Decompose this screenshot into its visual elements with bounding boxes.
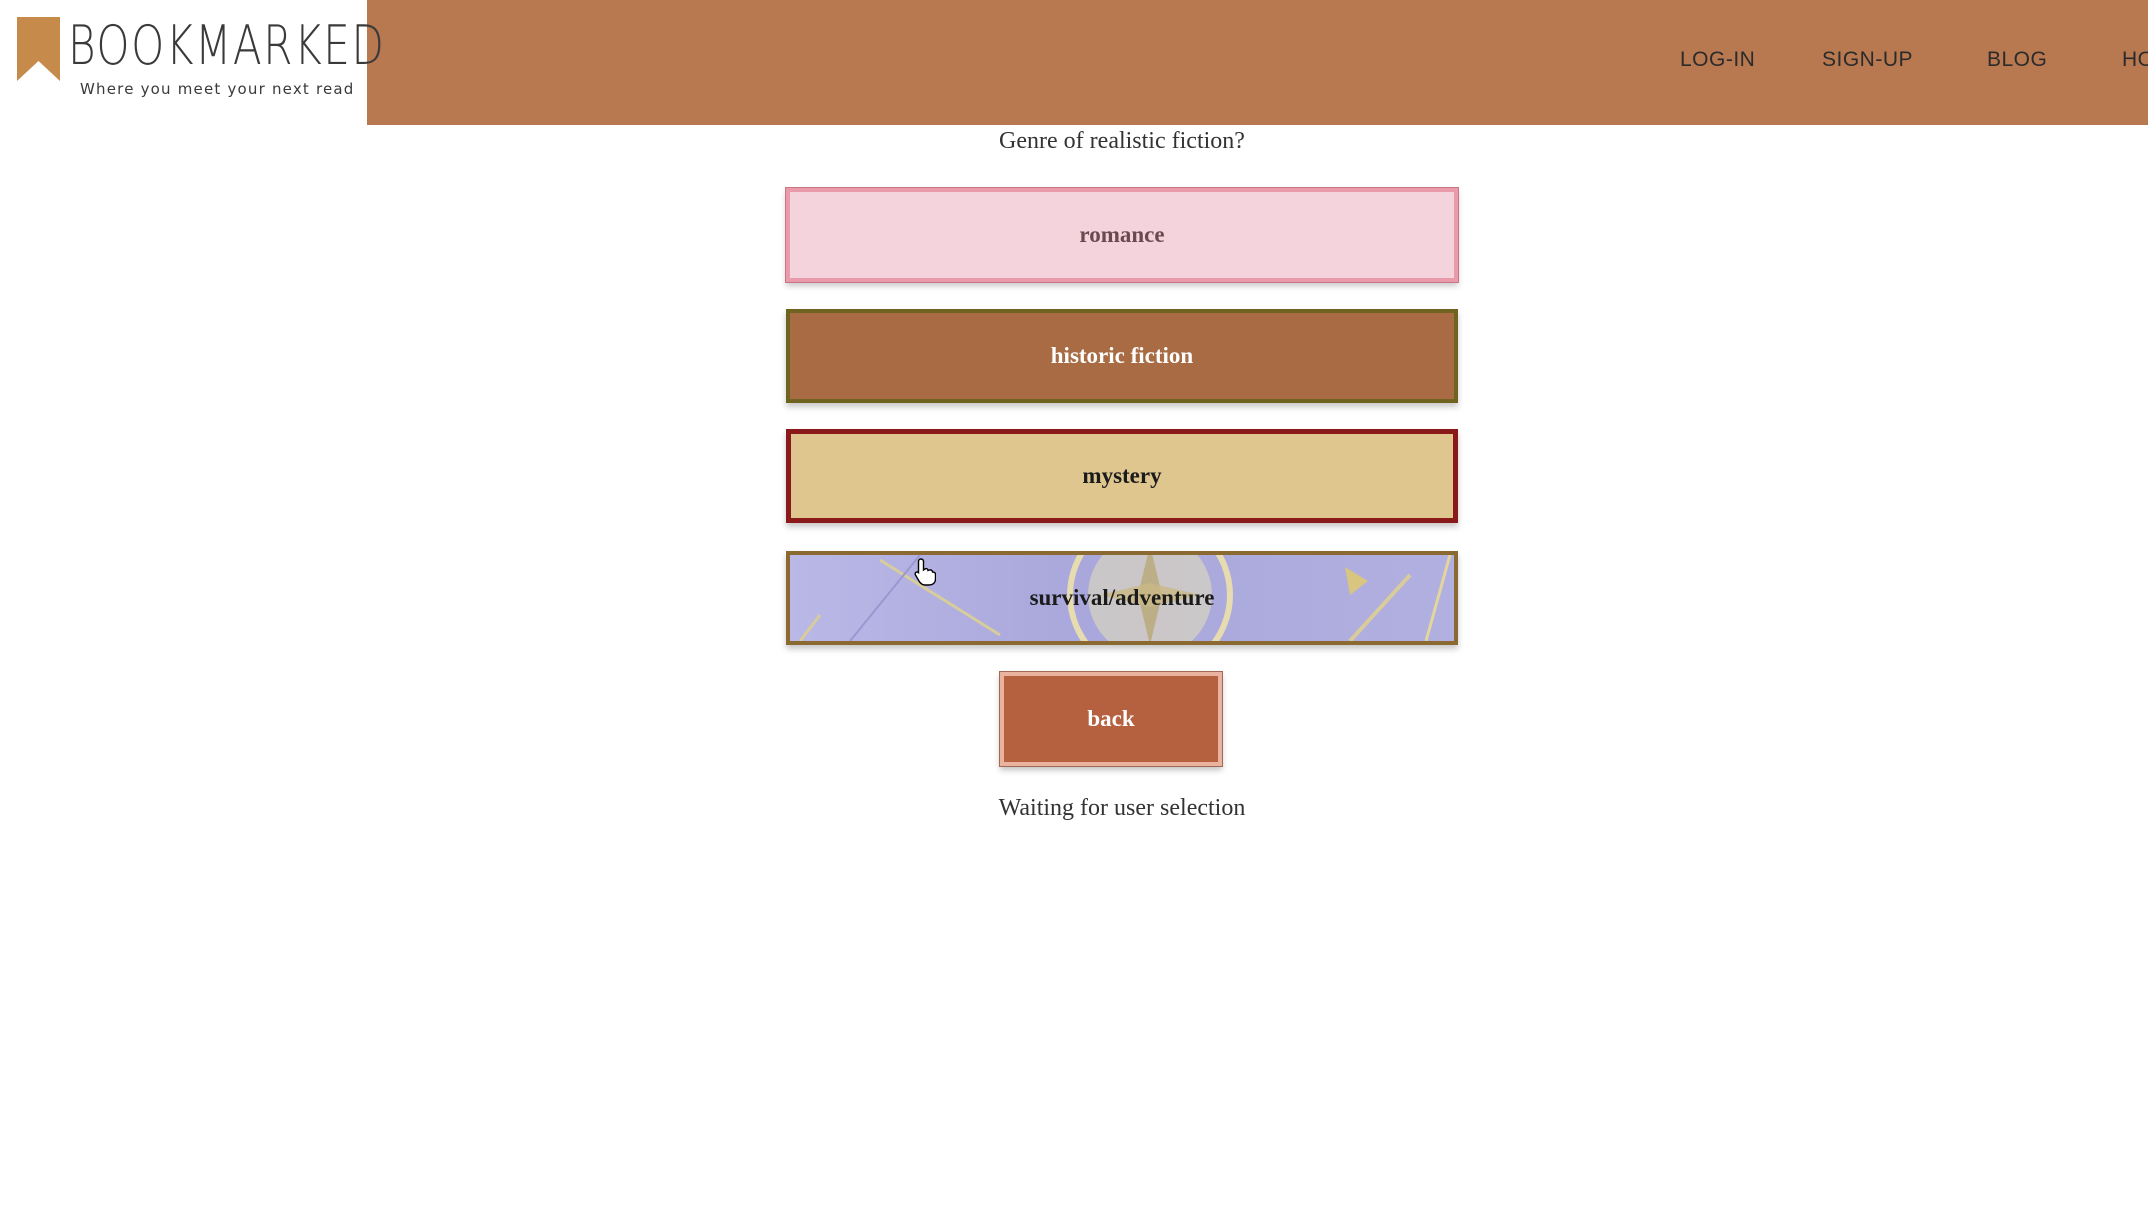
back-label: back bbox=[1087, 706, 1135, 731]
nav-blog-link[interactable]: BLOG bbox=[1987, 48, 2047, 72]
nav-login-link[interactable]: LOG-IN bbox=[1680, 48, 1755, 72]
main-nav: LOG-IN SIGN-UP BLOG HO bbox=[0, 48, 2148, 78]
mystery-option-button[interactable]: mystery bbox=[786, 429, 1458, 523]
hand-cursor-icon bbox=[914, 558, 936, 586]
option-label: survival/adventure bbox=[1029, 585, 1215, 610]
brand-tagline: Where you meet your next read bbox=[80, 80, 355, 98]
back-button[interactable]: back bbox=[999, 671, 1223, 767]
nav-signup-link[interactable]: SIGN-UP bbox=[1822, 48, 1913, 72]
quiz-question: Genre of realistic fiction? bbox=[999, 128, 1245, 154]
nav-home-link[interactable]: HO bbox=[2122, 48, 2148, 72]
option-label: romance bbox=[1079, 222, 1165, 247]
option-label: historic fiction bbox=[1050, 343, 1194, 368]
survival-adventure-option-button[interactable]: survival/adventure bbox=[786, 551, 1458, 645]
historic-fiction-option-button[interactable]: historic fiction bbox=[786, 309, 1458, 403]
romance-option-button[interactable]: romance bbox=[785, 187, 1459, 283]
status-message: Waiting for user selection bbox=[998, 795, 1246, 821]
option-label: mystery bbox=[1082, 463, 1162, 488]
site-header: BOOKMARKED Where you meet your next read… bbox=[0, 0, 2148, 125]
